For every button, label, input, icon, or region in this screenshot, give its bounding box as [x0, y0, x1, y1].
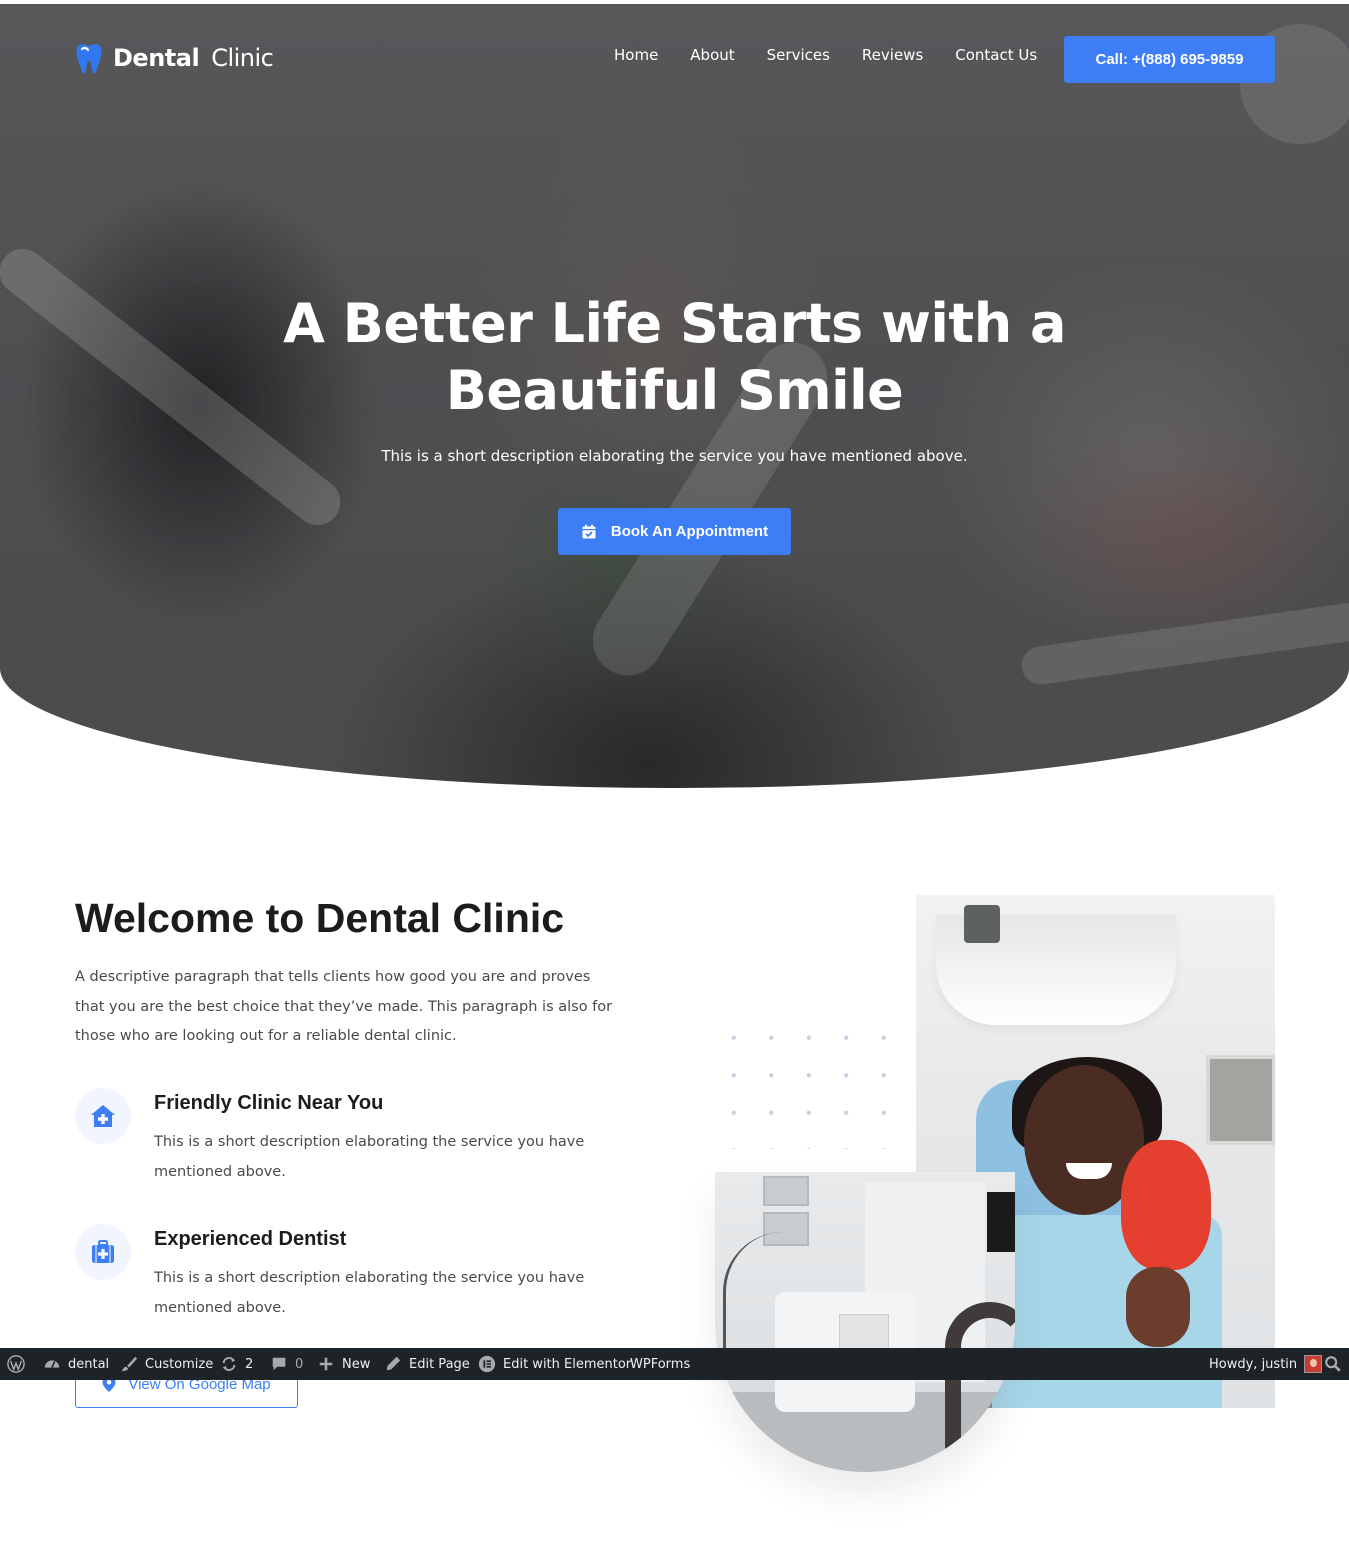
hero-description: This is a short description elaborating … — [381, 447, 968, 465]
admin-search-button[interactable] — [1324, 1348, 1342, 1380]
admin-site-link[interactable]: dental — [43, 1348, 109, 1380]
call-button[interactable]: Call: +(888) 695-9859 — [1064, 36, 1275, 83]
nav-contact-us[interactable]: Contact Us — [955, 46, 1037, 64]
main-menu: Home About Services Reviews Contact Us — [614, 46, 1037, 64]
admin-updates-link[interactable]: 2 — [220, 1348, 253, 1380]
tooth-logo-icon — [76, 44, 102, 74]
calendar-check-icon — [582, 524, 596, 538]
wordpress-logo-menu[interactable] — [7, 1348, 25, 1380]
clinic-house-icon — [91, 1105, 115, 1127]
avatar — [1304, 1355, 1323, 1373]
search-icon — [1325, 1356, 1341, 1372]
nav-reviews[interactable]: Reviews — [862, 46, 923, 64]
feature-icon-circle — [75, 1224, 131, 1280]
admin-edit-elementor-link[interactable]: Edit with Elementor — [478, 1348, 631, 1380]
site-logo[interactable]: Dental Clinic — [75, 42, 274, 74]
logo-text-light: Clinic — [211, 44, 274, 72]
wordpress-icon — [7, 1355, 25, 1373]
nav-services[interactable]: Services — [767, 46, 830, 64]
feature-title: Friendly Clinic Near You — [154, 1092, 384, 1114]
admin-wpforms-link[interactable]: WPForms — [630, 1348, 690, 1380]
admin-customize-link[interactable]: Customize — [120, 1348, 213, 1380]
elementor-icon — [478, 1355, 496, 1373]
admin-edit-page-link[interactable]: Edit Page — [384, 1348, 470, 1380]
plus-icon — [319, 1357, 333, 1371]
feature-description: This is a short description elaborating … — [154, 1134, 585, 1180]
welcome-title: Welcome to Dental Clinic — [75, 895, 565, 941]
pencil-icon — [386, 1356, 401, 1371]
medical-kit-icon — [92, 1240, 114, 1263]
updates-icon — [222, 1357, 236, 1371]
dental-room-photo — [715, 1172, 1015, 1472]
feature-description: This is a short description elaborating … — [154, 1270, 585, 1316]
feature-title: Experienced Dentist — [154, 1228, 347, 1250]
nav-home[interactable]: Home — [614, 46, 658, 64]
comment-bubble-icon — [272, 1357, 286, 1371]
logo-text-bold: Dental — [113, 44, 200, 72]
admin-comments-link[interactable]: 0 — [270, 1348, 303, 1380]
welcome-paragraph: A descriptive paragraph that tells clien… — [75, 969, 613, 1044]
admin-new-content-link[interactable]: New — [317, 1348, 370, 1380]
book-appointment-button[interactable]: Book An Appointment — [558, 508, 791, 555]
site-header: Dental Clinic Home About Services Reviews… — [0, 4, 1349, 108]
feature-icon-circle — [75, 1088, 131, 1144]
dashboard-gauge-icon — [44, 1360, 60, 1368]
nav-about[interactable]: About — [690, 46, 734, 64]
hero-title: A Better Life Starts with a Beautiful Sm… — [283, 292, 1066, 422]
admin-account-menu[interactable]: Howdy, justin — [1209, 1348, 1323, 1380]
hero-section: A Better Life Starts with a Beautiful Sm… — [0, 4, 1349, 788]
wp-admin-bar: dental Customize 2 0 New Edit Page Edit … — [0, 1348, 1349, 1380]
paintbrush-icon — [121, 1356, 138, 1372]
